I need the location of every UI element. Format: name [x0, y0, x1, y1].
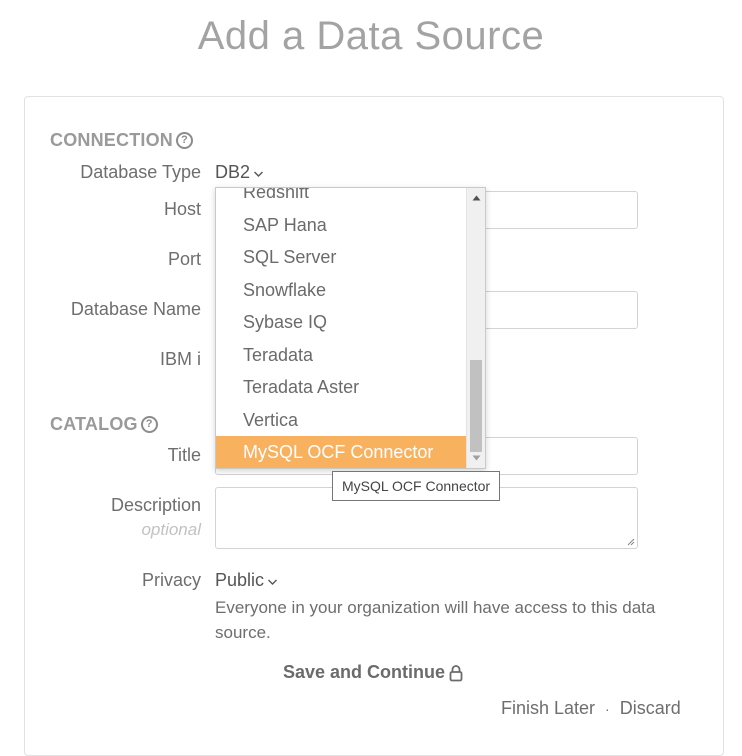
dropdown-option-snowflake[interactable]: Snowflake [216, 274, 467, 307]
separator-dot: · [605, 700, 610, 717]
dropdown-option-sap-hana[interactable]: SAP Hana [216, 209, 467, 242]
title-label: Title [167, 445, 201, 465]
dropdown-option-teradata-aster[interactable]: Teradata Aster [216, 371, 467, 404]
discard-link[interactable]: Discard [620, 698, 681, 719]
privacy-help-text: Everyone in your organization will have … [215, 598, 656, 642]
catalog-heading: CATALOG ? [50, 414, 158, 435]
database-type-label: Database Type [80, 162, 201, 182]
save-button-label: Save and Continue [283, 662, 446, 682]
ibm-i-label: IBM i [159, 349, 201, 369]
dropdown-option-sybase-iq[interactable]: Sybase IQ [216, 306, 467, 339]
database-type-value: DB2 [215, 162, 251, 182]
scroll-up-arrow-icon[interactable] [467, 190, 485, 206]
host-label: Host [163, 199, 201, 219]
footer-links: Finish Later · Discard [501, 698, 681, 719]
dropdown-option-vertica[interactable]: Vertica [216, 404, 467, 437]
page-title: Add a Data Source [197, 14, 545, 58]
help-icon[interactable]: ? [140, 416, 158, 433]
option-tooltip: MySQL OCF Connector [332, 471, 501, 501]
dropdown-scrollbar[interactable] [466, 188, 485, 468]
connection-heading: CONNECTION ? [50, 130, 193, 151]
chevron-down-icon [253, 162, 264, 183]
privacy-label: Privacy [141, 570, 201, 590]
lock-icon [449, 664, 463, 682]
database-type-dropdown[interactable]: Redshift SAP Hana SQL Server Snowflake S… [215, 187, 486, 469]
dropdown-list: Redshift SAP Hana SQL Server Snowflake S… [216, 188, 467, 468]
catalog-heading-text: CATALOG [50, 414, 138, 434]
finish-later-link[interactable]: Finish Later [501, 698, 595, 719]
port-label: Port [167, 249, 201, 269]
scrollbar-thumb[interactable] [470, 360, 482, 452]
database-name-label: Database Name [70, 299, 201, 319]
privacy-value: Public [215, 570, 265, 590]
dropdown-option-redshift[interactable]: Redshift [216, 188, 467, 209]
description-optional-hint: optional [141, 520, 201, 539]
database-type-select[interactable]: DB2 [215, 162, 264, 183]
connection-heading-text: CONNECTION [50, 130, 173, 150]
privacy-select[interactable]: Public [215, 570, 278, 591]
resize-grip-icon[interactable] [627, 538, 635, 546]
dropdown-option-mysql-ocf-connector[interactable]: MySQL OCF Connector [216, 436, 467, 468]
dropdown-option-teradata[interactable]: Teradata [216, 339, 467, 372]
description-label: Description [110, 495, 201, 515]
dropdown-option-sql-server[interactable]: SQL Server [216, 241, 467, 274]
save-and-continue-button[interactable]: Save and Continue [283, 662, 463, 683]
scroll-down-arrow-icon[interactable] [467, 450, 485, 466]
help-icon[interactable]: ? [176, 132, 193, 149]
chevron-down-icon [267, 570, 278, 591]
